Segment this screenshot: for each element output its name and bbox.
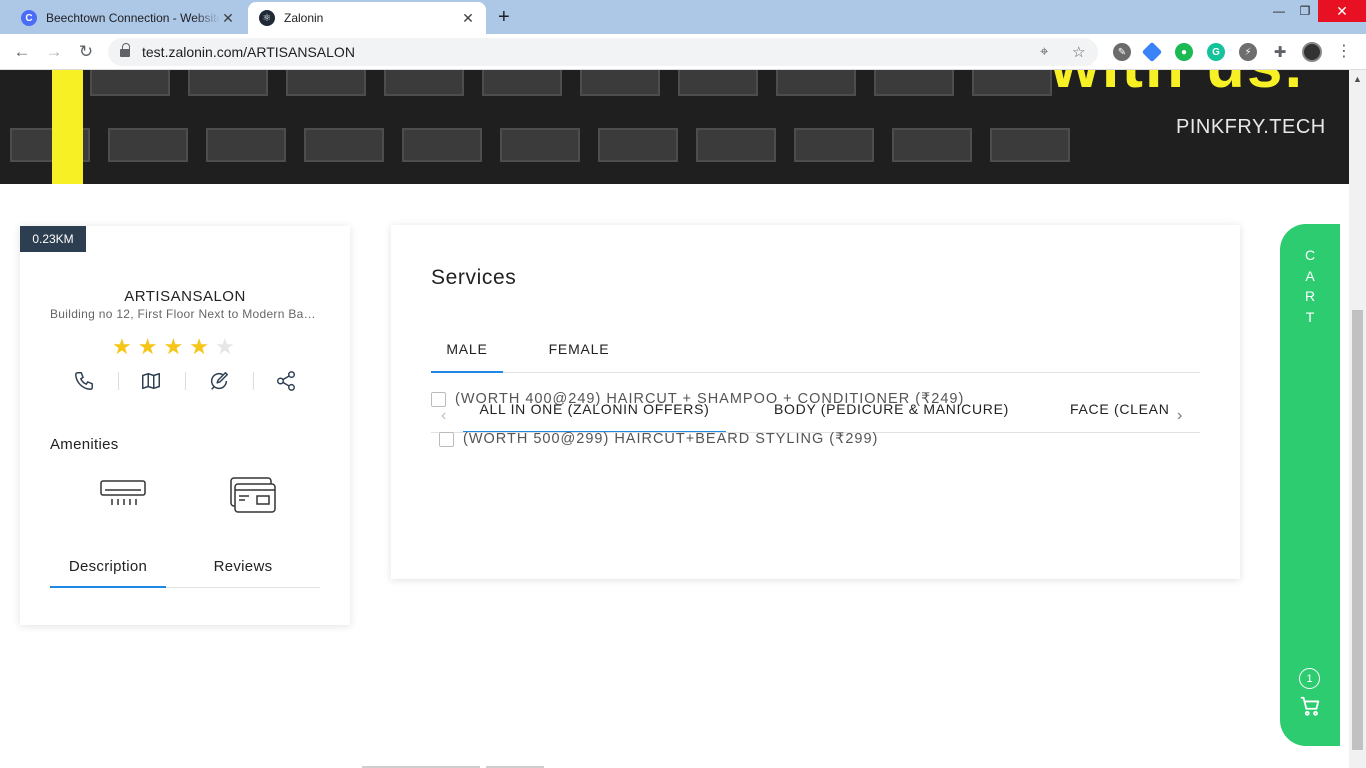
tab-reviews[interactable]: Reviews [188, 558, 298, 588]
banner-building-image [90, 70, 1052, 96]
map-icon [142, 372, 161, 390]
share-button[interactable] [252, 368, 321, 394]
grammarly-icon[interactable]: G [1207, 43, 1225, 61]
air-conditioner-icon [100, 480, 146, 505]
browser-tab-strip: C Beechtown Connection - Website ✕ ⚛ Zal… [0, 0, 1366, 34]
banner-accent-bar [52, 70, 83, 184]
page-viewport: with us. PINKFRY.TECH 0.23KM ARTISANSALO… [0, 70, 1366, 768]
service-checkbox[interactable] [439, 431, 454, 447]
cart-letter: A [1305, 267, 1315, 284]
service-label[interactable]: (WORTH 400@249) HAIRCUT + SHAMPOO + COND… [455, 391, 964, 407]
description-tabs: Description Reviews [50, 558, 320, 588]
chevron-left-icon[interactable]: ‹ [441, 407, 446, 425]
tab-title: Beechtown Connection - Website [46, 11, 220, 25]
cart-letter: C [1304, 247, 1316, 263]
service-option[interactable]: (WORTH 500@299) HAIRCUT+BEARD STYLING (₹… [439, 431, 878, 447]
new-tab-button[interactable]: + [498, 6, 510, 29]
forward-arrow-icon[interactable]: → [43, 41, 65, 63]
salon-name: ARTISANSALON [124, 288, 246, 305]
service-checkbox[interactable] [431, 391, 446, 407]
cart-letter: R [1304, 288, 1316, 304]
star-empty-icon: ★ [214, 334, 235, 359]
card-payment-icon [230, 477, 276, 513]
page-scrollbar[interactable]: ▲ [1349, 70, 1366, 768]
browser-tab-beechtown[interactable]: C Beechtown Connection - Website ✕ [10, 2, 246, 34]
browser-tab-zalonin[interactable]: ⚛ Zalonin ✕ [248, 2, 486, 34]
browser-toolbar: ← → ↻ test.zalonin.com/ARTISANSALON ⌖ ☆ … [0, 34, 1366, 70]
gender-tabs: MALE FEMALE [431, 341, 1200, 373]
extension-bolt-icon[interactable]: ⚡ [1239, 43, 1257, 61]
cart-panel[interactable]: C A R T 1 [1280, 224, 1340, 746]
banner-building-image [10, 128, 1070, 162]
close-tab-icon[interactable]: ✕ [220, 10, 236, 27]
tab-face[interactable]: FACE (CLEAN [1070, 401, 1168, 432]
minimize-window-icon[interactable]: — [1266, 0, 1292, 22]
tab-male[interactable]: MALE [431, 341, 503, 373]
cart-count-badge: 1 [1299, 668, 1320, 689]
cart-label: C A R T [1280, 245, 1340, 327]
extensions-puzzle-icon[interactable]: ✚ [1271, 43, 1289, 61]
extension-pen-icon[interactable]: ✎ [1113, 43, 1131, 61]
extension-cloud-icon[interactable]: ● [1175, 43, 1193, 61]
close-window-icon[interactable]: ✕ [1318, 0, 1366, 22]
review-edit-icon [210, 372, 228, 390]
react-favicon-icon: ⚛ [259, 10, 275, 26]
banner-headline: with us. [1050, 70, 1304, 102]
bookmark-star-icon[interactable]: ☆ [1072, 43, 1085, 61]
map-button[interactable] [117, 368, 186, 394]
rating-stars: ★ ★ ★ ★ ★ [112, 336, 235, 358]
scrollbar-thumb[interactable] [1352, 310, 1363, 750]
hero-banner: with us. PINKFRY.TECH [0, 70, 1349, 184]
banner-brand: PINKFRY.TECH [1176, 116, 1326, 138]
extension-diamond-icon[interactable] [1141, 41, 1163, 63]
chevron-right-icon[interactable]: › [1177, 407, 1182, 425]
distance-badge: 0.23KM [20, 226, 86, 252]
reload-icon[interactable]: ↻ [75, 41, 97, 63]
star-icon: ★ [137, 334, 158, 359]
cart-letter: T [1305, 308, 1315, 325]
tab-description[interactable]: Description [50, 558, 166, 588]
salon-address: Building no 12, First Floor Next to Mode… [50, 307, 320, 321]
services-heading: Services [431, 266, 517, 289]
tab-female[interactable]: FEMALE [537, 341, 621, 373]
lock-icon[interactable] [120, 43, 130, 58]
beechtown-favicon-icon: C [21, 10, 37, 26]
service-option[interactable]: (WORTH 400@249) HAIRCUT + SHAMPOO + COND… [431, 391, 964, 407]
star-icon: ★ [163, 334, 184, 359]
service-label[interactable]: (WORTH 500@299) HAIRCUT+BEARD STYLING (₹… [463, 431, 878, 447]
amenities-heading: Amenities [50, 436, 119, 453]
star-icon: ★ [189, 334, 209, 359]
close-tab-icon[interactable]: ✕ [460, 10, 476, 27]
url-text[interactable]: test.zalonin.com/ARTISANSALON [142, 44, 355, 60]
address-bar[interactable]: test.zalonin.com/ARTISANSALON ⌖ ☆ [108, 38, 1098, 66]
share-icon [277, 371, 296, 391]
salon-actions [50, 368, 320, 394]
back-arrow-icon[interactable]: ← [11, 41, 33, 63]
call-button[interactable] [50, 368, 118, 394]
tab-title: Zalonin [284, 11, 324, 25]
write-review-button[interactable] [185, 368, 253, 394]
browser-menu-icon[interactable]: ⋮ [1336, 41, 1352, 61]
phone-icon [74, 372, 93, 390]
scroll-up-arrow-icon[interactable]: ▲ [1353, 74, 1362, 84]
location-target-icon[interactable]: ⌖ [1040, 43, 1048, 60]
star-icon: ★ [112, 334, 132, 359]
salon-info-card: 0.23KM ARTISANSALON Building no 12, Firs… [20, 226, 350, 625]
shopping-cart-icon[interactable] [1299, 695, 1321, 717]
profile-avatar[interactable] [1302, 42, 1322, 62]
restore-window-icon[interactable]: ❐ [1292, 0, 1318, 22]
